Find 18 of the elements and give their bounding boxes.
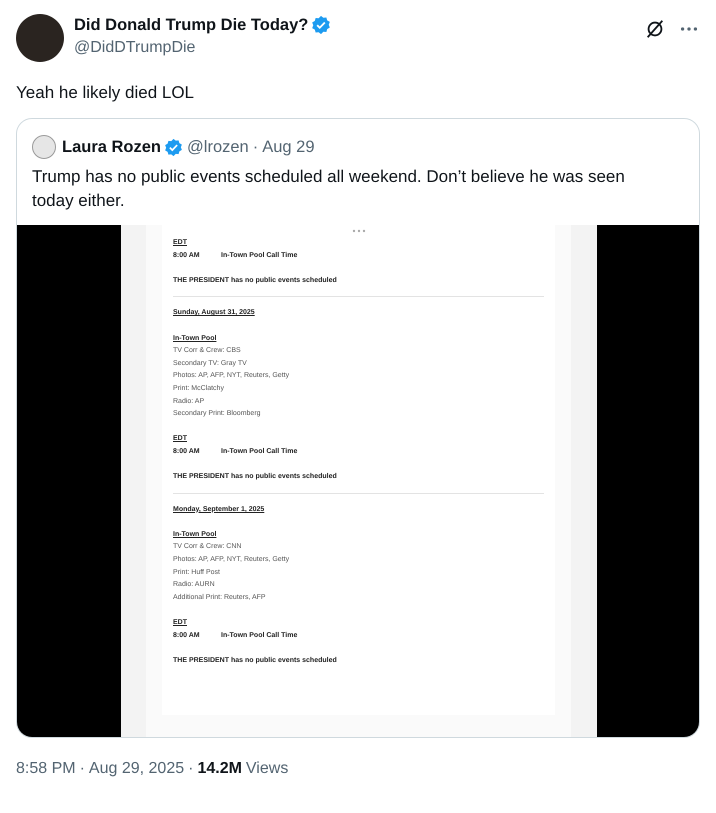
author-handle: @lrozen bbox=[187, 138, 249, 156]
quoted-tweet-text: Trump has no public events scheduled all weekend. Don’t believe he was seen today either. bbox=[32, 166, 626, 212]
tweet-text: Yeah he likely died LOL bbox=[16, 82, 196, 104]
more-icon bbox=[352, 229, 366, 233]
separator-dot: · bbox=[80, 760, 85, 778]
separator-dot: · bbox=[252, 138, 258, 156]
post-time: 8:58 PM bbox=[16, 760, 76, 778]
author-name[interactable]: Laura Rozen bbox=[62, 138, 162, 156]
separator-dot: · bbox=[188, 760, 194, 778]
author-name[interactable]: Did Donald Trump Die Today? bbox=[74, 16, 308, 34]
views-label: Views bbox=[246, 760, 288, 778]
views-count: 14.2M bbox=[197, 760, 242, 778]
post-date: Aug 29 bbox=[262, 138, 315, 156]
post-date: Aug 29, 2025 bbox=[88, 760, 184, 778]
slashed-circle-icon[interactable] bbox=[644, 18, 666, 40]
quoted-tweet-card[interactable] bbox=[16, 118, 700, 738]
author-handle[interactable]: @DidDTrumpDie bbox=[74, 39, 332, 57]
avatar[interactable] bbox=[16, 14, 64, 62]
